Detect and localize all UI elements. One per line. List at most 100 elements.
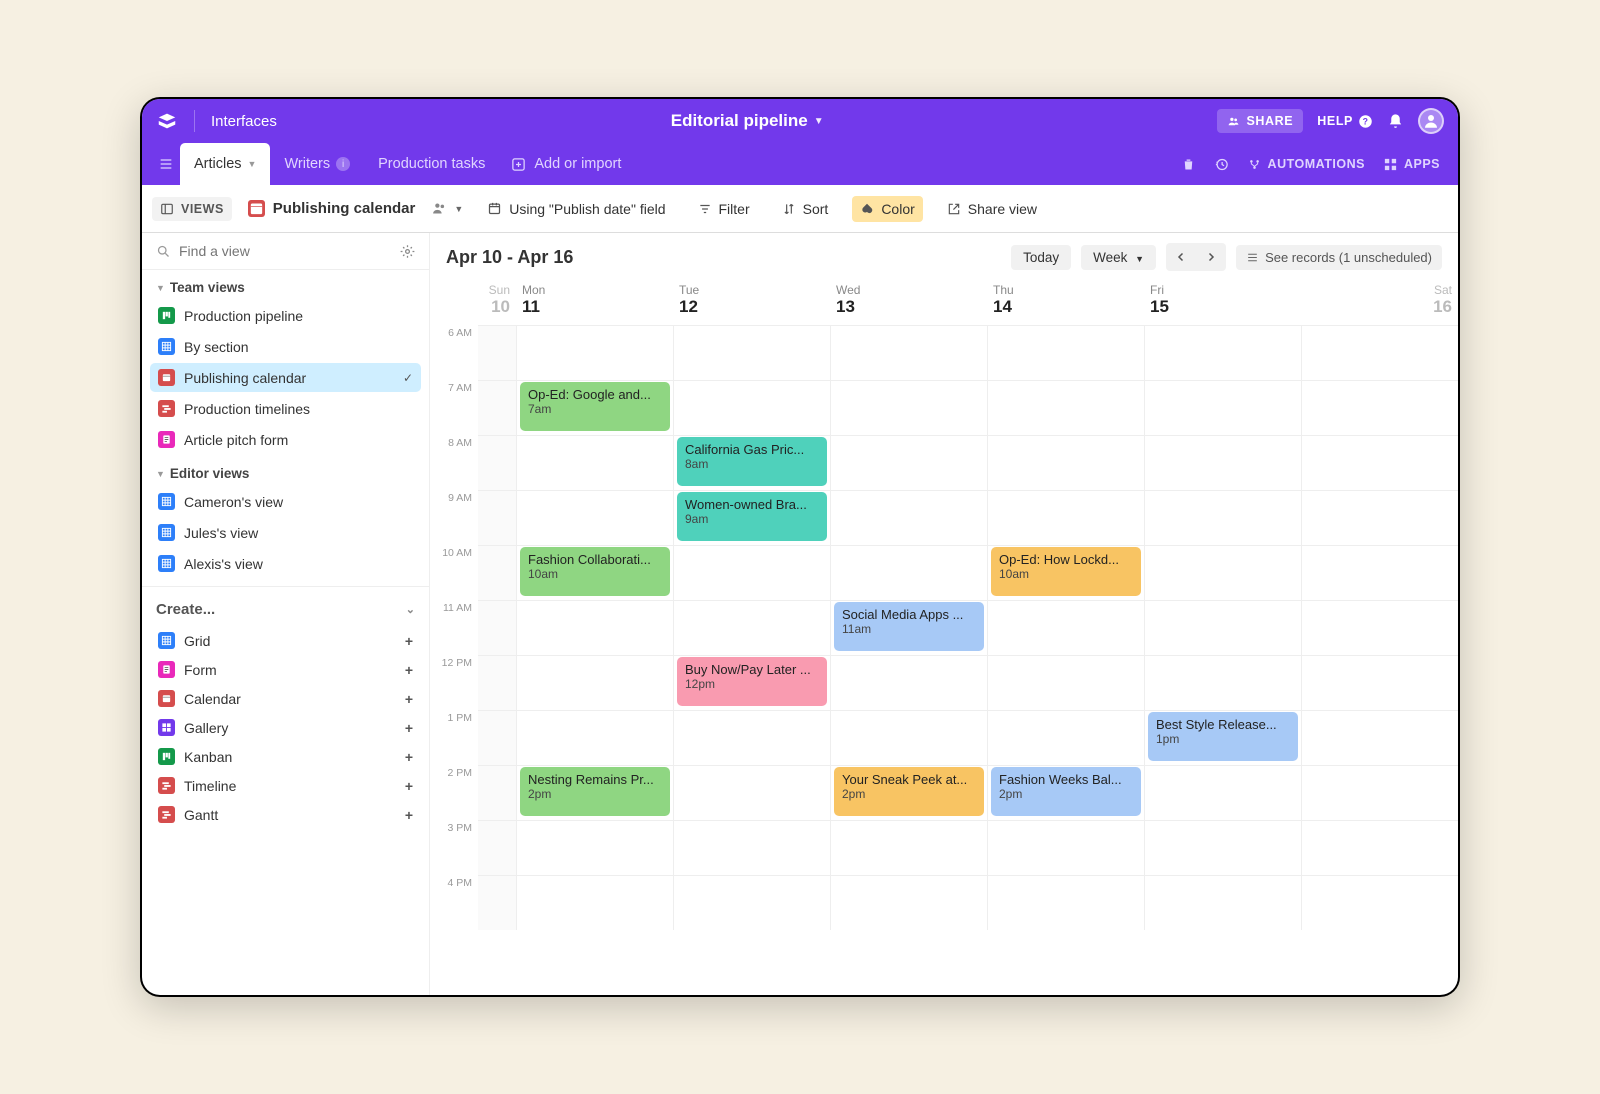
event-time: 2pm (842, 787, 976, 801)
interfaces-link[interactable]: Interfaces (211, 113, 277, 130)
event-title: Nesting Remains Pr... (528, 772, 662, 787)
prev-week-button[interactable] (1166, 243, 1196, 271)
color-label: Color (881, 201, 914, 217)
calendar-event[interactable]: Op-Ed: Google and...7am (520, 382, 670, 431)
day-number: 10 (484, 297, 510, 317)
editor-view-item[interactable]: Jules's view (150, 518, 421, 547)
grid-icon (158, 524, 175, 541)
day-column[interactable]: Best Style Release...1pm (1144, 325, 1301, 930)
calendar-event[interactable]: Buy Now/Pay Later ...12pm (677, 657, 827, 706)
trash-icon[interactable] (1181, 157, 1196, 172)
event-time: 10am (528, 567, 662, 581)
apps-button[interactable]: APPS (1383, 157, 1440, 172)
team-view-item[interactable]: Production pipeline (150, 301, 421, 330)
tab-articles[interactable]: Articles ▼ (180, 143, 270, 185)
share-button[interactable]: SHARE (1217, 109, 1303, 133)
base-title[interactable]: Editorial pipeline ▼ (277, 111, 1218, 131)
avatar[interactable] (1418, 108, 1444, 134)
today-button[interactable]: Today (1011, 245, 1071, 270)
item-label: Gantt (184, 807, 218, 823)
create-header[interactable]: Create... ⌄ (142, 586, 429, 626)
team-view-item[interactable]: Publishing calendar✓ (150, 363, 421, 392)
event-title: Women-owned Bra... (685, 497, 819, 512)
create-item[interactable]: Timeline+ (142, 771, 429, 800)
day-column[interactable] (478, 325, 516, 930)
views-button[interactable]: VIEWS (152, 197, 232, 221)
day-column[interactable]: Op-Ed: Google and...7am Fashion Collabora… (516, 325, 673, 930)
event-title: Best Style Release... (1156, 717, 1290, 732)
day-column[interactable]: Social Media Apps ...11am Your Sneak Peek… (830, 325, 987, 930)
next-week-button[interactable] (1196, 243, 1226, 271)
team-view-item[interactable]: By section (150, 332, 421, 361)
item-label: Alexis's view (184, 556, 263, 572)
calendar-event[interactable]: Op-Ed: How Lockd...10am (991, 547, 1141, 596)
check-icon: ✓ (403, 371, 413, 385)
menu-icon[interactable] (152, 156, 180, 172)
current-view-name[interactable]: Publishing calendar (248, 200, 416, 217)
item-label: Production timelines (184, 401, 310, 417)
team-view-item[interactable]: Article pitch form (150, 425, 421, 454)
see-records-button[interactable]: See records (1 unscheduled) (1236, 245, 1442, 270)
create-item[interactable]: Grid+ (142, 626, 429, 655)
team-view-item[interactable]: Production timelines (150, 394, 421, 423)
create-item[interactable]: Kanban+ (142, 742, 429, 771)
tab-writers[interactable]: Writers i (270, 143, 364, 185)
filter-button[interactable]: Filter (690, 196, 758, 222)
chevron-down-icon: ▼ (454, 204, 463, 214)
day-column[interactable] (1301, 325, 1458, 930)
help-button[interactable]: HELP ? (1317, 114, 1373, 129)
editor-views-header[interactable]: ▼ Editor views (142, 456, 429, 485)
calendar-event[interactable]: Best Style Release...1pm (1148, 712, 1298, 761)
gear-icon[interactable] (400, 244, 415, 259)
sort-button[interactable]: Sort (774, 196, 837, 222)
plus-icon: + (405, 633, 413, 649)
app-logo-icon[interactable] (156, 110, 178, 132)
day-column[interactable]: California Gas Pric...8am Women-owned Bra… (673, 325, 830, 930)
create-item[interactable]: Gantt+ (142, 800, 429, 829)
calendar-event[interactable]: Social Media Apps ...11am (834, 602, 984, 651)
editor-view-item[interactable]: Cameron's view (150, 487, 421, 516)
filter-icon (698, 202, 712, 216)
add-or-import-button[interactable]: Add or import (511, 156, 621, 172)
automations-button[interactable]: AUTOMATIONS (1247, 157, 1365, 172)
event-title: Fashion Collaborati... (528, 552, 662, 567)
view-mode-dropdown[interactable]: Week ▼ (1081, 245, 1156, 270)
team-views-header[interactable]: ▼ Team views (142, 270, 429, 299)
plus-icon: + (405, 749, 413, 765)
grid-icon (158, 555, 175, 572)
cal-icon (158, 369, 175, 386)
notifications-icon[interactable] (1387, 113, 1404, 130)
section-label: Editor views (170, 466, 250, 481)
calendar-event[interactable]: Fashion Weeks Bal...2pm (991, 767, 1141, 816)
calendar-event[interactable]: Nesting Remains Pr...2pm (520, 767, 670, 816)
calendar-event[interactable]: Your Sneak Peek at...2pm (834, 767, 984, 816)
day-header: Sun10 (478, 279, 516, 325)
plus-icon: + (405, 662, 413, 678)
day-header: Tue12 (673, 279, 830, 325)
create-item[interactable]: Gallery+ (142, 713, 429, 742)
search-input[interactable] (179, 243, 392, 259)
calendar-event[interactable]: Women-owned Bra...9am (677, 492, 827, 541)
help-icon: ? (1358, 114, 1373, 129)
hour-label: 12 PM (430, 655, 472, 710)
day-header: Sat16 (1301, 279, 1458, 325)
day-column[interactable]: Op-Ed: How Lockd...10am Fashion Weeks Bal… (987, 325, 1144, 930)
history-icon[interactable] (1214, 157, 1229, 172)
tab-production-tasks[interactable]: Production tasks (364, 143, 499, 185)
people-icon (431, 200, 448, 217)
event-time: 8am (685, 457, 819, 471)
tab-label: Articles (194, 156, 242, 172)
create-item[interactable]: Form+ (142, 655, 429, 684)
editor-view-item[interactable]: Alexis's view (150, 549, 421, 578)
day-number: 13 (836, 297, 981, 317)
date-field-button[interactable]: Using "Publish date" field (479, 196, 673, 222)
calendar-event[interactable]: Fashion Collaborati...10am (520, 547, 670, 596)
color-button[interactable]: Color (852, 196, 922, 222)
create-item[interactable]: Calendar+ (142, 684, 429, 713)
calendar-event[interactable]: California Gas Pric...8am (677, 437, 827, 486)
event-title: Buy Now/Pay Later ... (685, 662, 819, 677)
item-label: Production pipeline (184, 308, 303, 324)
collaborators-dropdown[interactable]: ▼ (431, 200, 463, 217)
event-title: Op-Ed: How Lockd... (999, 552, 1133, 567)
share-view-button[interactable]: Share view (939, 196, 1045, 222)
